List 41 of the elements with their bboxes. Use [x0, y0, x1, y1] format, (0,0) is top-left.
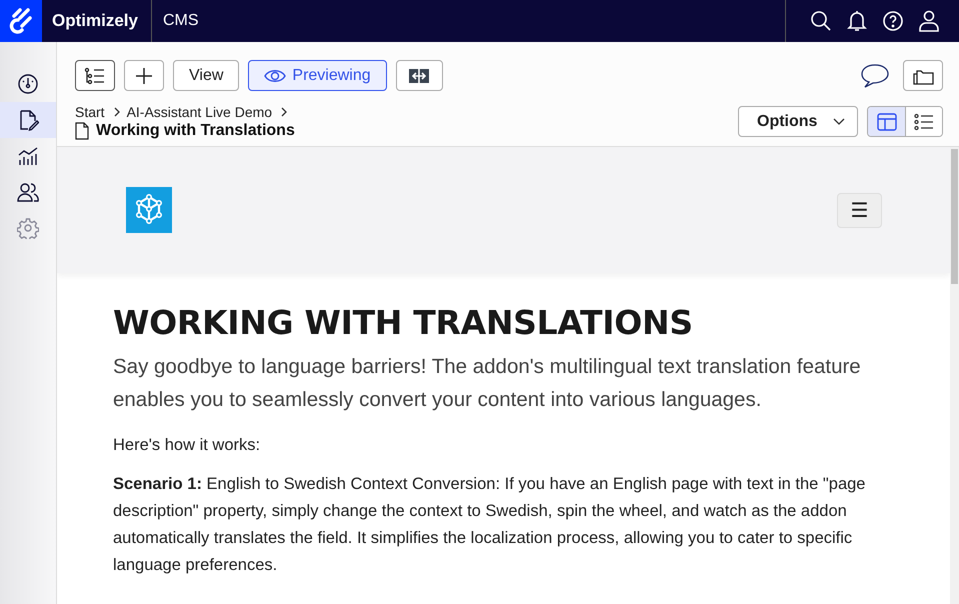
- breadcrumb-link[interactable]: AI-Assistant Live Demo: [126, 104, 272, 120]
- paragraph: Scenario 1: English to Swedish Context Conversion: If you have an English page with text in the "page description" property, simply change the context to Swedish, spin the wheel, and watch as the addon automatically translates the field. It simplifies the localization process, allowing you to cater to specific language preferences.: [113, 474, 866, 576]
- view-button[interactable]: View: [173, 60, 240, 91]
- document-icon: [75, 122, 89, 140]
- notification-bell-icon[interactable]: [847, 10, 867, 32]
- plus-icon: [135, 66, 153, 84]
- comment-icon[interactable]: [860, 62, 890, 88]
- help-icon[interactable]: [882, 10, 904, 32]
- previewing-button[interactable]: Previewing: [248, 60, 387, 91]
- add-button[interactable]: [124, 60, 164, 91]
- chevron-right-icon: [280, 106, 288, 118]
- search-icon[interactable]: [810, 10, 832, 32]
- layout-view-button[interactable]: [868, 107, 905, 136]
- chevron-right-icon: [112, 106, 121, 118]
- user-icon[interactable]: [919, 10, 939, 32]
- paragraph: Here's how it works:: [113, 435, 262, 456]
- sidebar-item[interactable]: [0, 102, 56, 138]
- chevron-down-icon: [833, 118, 845, 126]
- reports-icon: [17, 145, 39, 167]
- logo-icon[interactable]: [0, 0, 42, 42]
- list-icon: [914, 112, 934, 130]
- tree-list-icon: [84, 66, 106, 84]
- lead-paragraph: Say goodbye to language barriers! The addon's multilingual text translation feature enables you to seamlessly convert your content into various languages.: [113, 354, 862, 413]
- settings-icon: [17, 217, 39, 239]
- list-view-button[interactable]: [905, 107, 942, 136]
- layout-icon: [876, 112, 896, 130]
- article-heading: WORKING WITH TRANSLATIONS: [113, 303, 694, 342]
- folders-button[interactable]: [903, 60, 943, 91]
- options-dropdown[interactable]: Options: [738, 106, 858, 137]
- compare-button[interactable]: [396, 60, 443, 91]
- product-name[interactable]: CMS: [162, 12, 199, 30]
- eye-icon: [264, 68, 286, 84]
- dashboard-icon: [17, 73, 39, 95]
- compare-arrows-icon: [408, 68, 430, 84]
- page-title: Working with Translations: [96, 122, 295, 140]
- page-tree-button[interactable]: [75, 60, 115, 91]
- visitors-icon: [17, 181, 39, 203]
- network-logo-icon[interactable]: [126, 187, 172, 233]
- scrollbar[interactable]: [950, 147, 959, 604]
- menu-button[interactable]: ☰: [837, 192, 882, 228]
- breadcrumb-link[interactable]: Start: [75, 104, 105, 120]
